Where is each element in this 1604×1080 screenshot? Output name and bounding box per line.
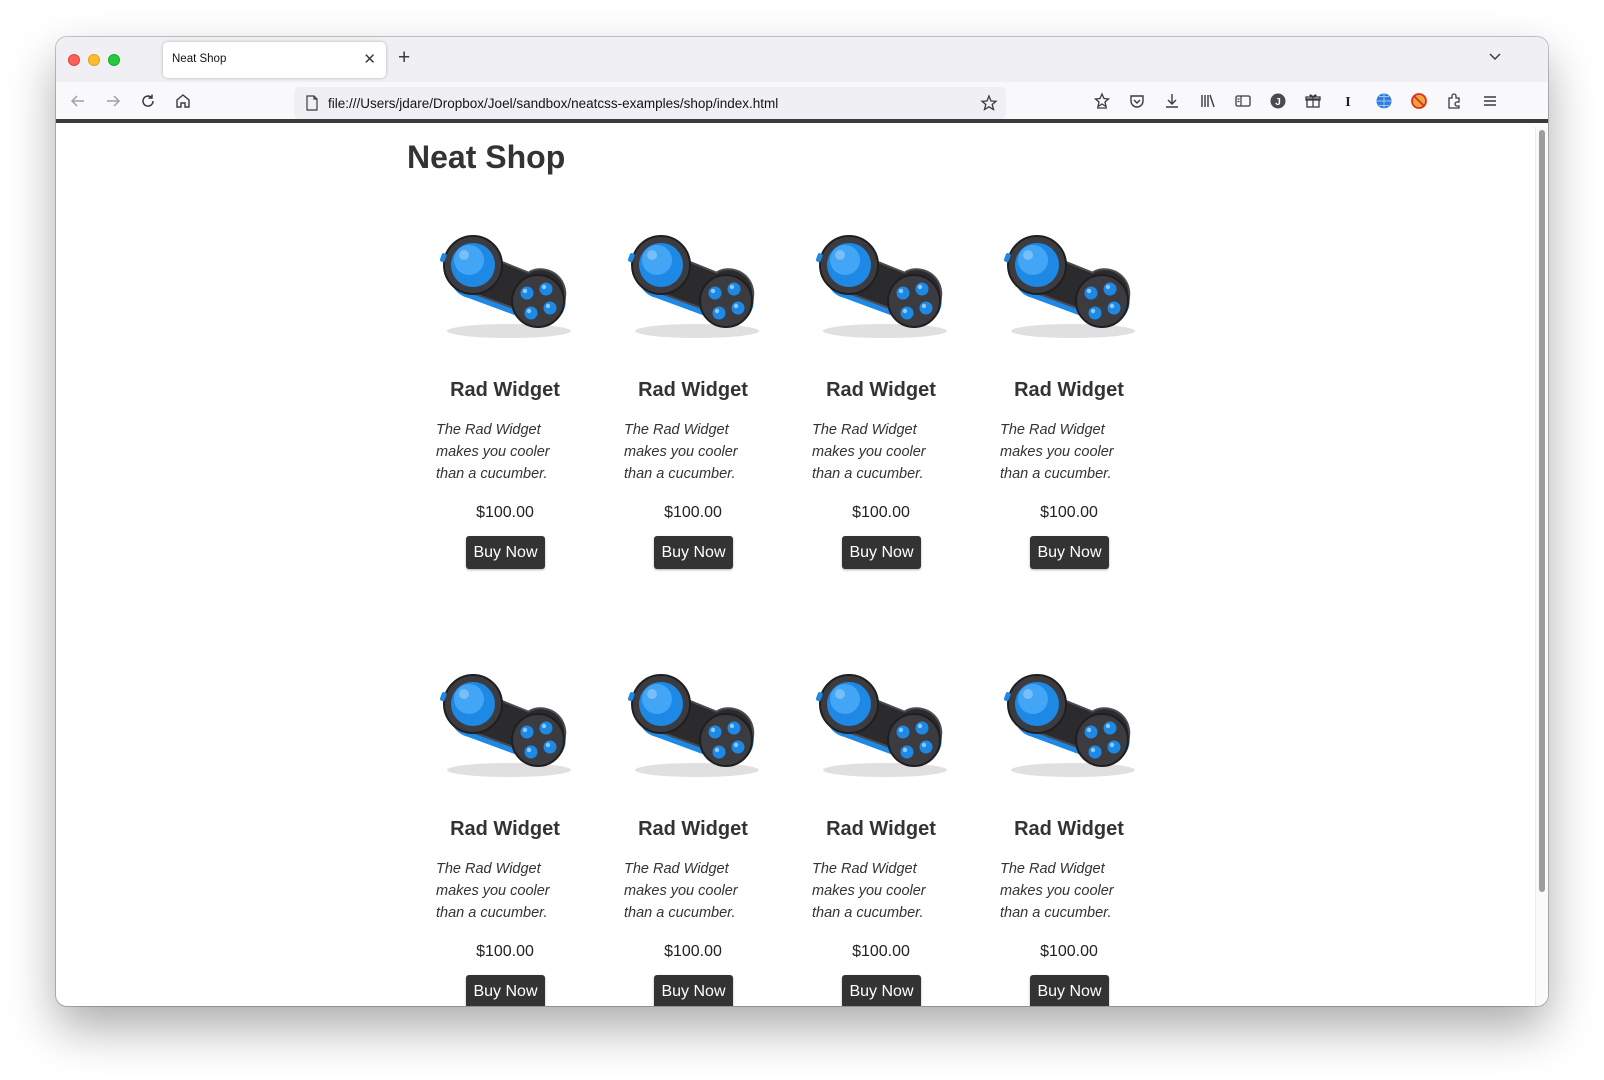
url-bar[interactable]: file:///Users/jdare/Dropbox/Joel/sandbox… (294, 87, 1006, 119)
product-description: The Rad Widget makes you cooler than a c… (812, 861, 926, 921)
fidget-pad-image (815, 235, 947, 338)
buy-now-button[interactable]: Buy Now (654, 975, 733, 1006)
product-name: Rad Widget (1014, 818, 1124, 840)
product-description: The Rad Widget makes you cooler than a c… (436, 422, 550, 482)
maximize-window-button[interactable] (108, 54, 120, 66)
tab-title: Neat Shop (172, 53, 227, 65)
url-text[interactable]: file:///Users/jdare/Dropbox/Joel/sandbox… (328, 96, 778, 111)
product-description: The Rad Widget makes you cooler than a c… (1000, 861, 1114, 921)
downloads-icon[interactable] (1162, 91, 1182, 111)
extension-i-icon[interactable]: I (1338, 91, 1358, 111)
fidget-pad-image (439, 674, 571, 777)
product-description: The Rad Widget makes you cooler than a c… (624, 422, 738, 482)
chevron-down-icon[interactable] (1488, 49, 1502, 68)
product-description: The Rad Widget makes you cooler than a c… (436, 861, 550, 921)
buy-now-button[interactable]: Buy Now (1030, 536, 1109, 569)
product-name: Rad Widget (450, 379, 560, 401)
close-tab-icon[interactable]: ✕ (363, 50, 376, 68)
sidebar-icon[interactable] (1233, 91, 1253, 111)
buy-now-button[interactable]: Buy Now (466, 536, 545, 569)
home-icon[interactable] (173, 91, 193, 111)
product-price: $100.00 (664, 504, 722, 521)
extensions-icon[interactable] (1444, 91, 1464, 111)
buy-now-button[interactable]: Buy Now (842, 975, 921, 1006)
fidget-pad-image (1003, 674, 1135, 777)
browser-window: Neat Shop ✕ + file:///Users/jdare/Dropbo… (56, 37, 1548, 1006)
fidget-pad-image (439, 235, 571, 338)
product-price: $100.00 (1040, 504, 1098, 521)
vertical-scrollbar[interactable] (1535, 127, 1548, 1006)
fidget-pad-image (627, 674, 759, 777)
account-icon[interactable]: J (1268, 91, 1288, 111)
buy-now-button[interactable]: Buy Now (654, 536, 733, 569)
buy-now-button[interactable]: Buy Now (842, 536, 921, 569)
menu-icon[interactable] (1480, 91, 1500, 111)
product-name: Rad Widget (450, 818, 560, 840)
back-icon[interactable] (68, 91, 88, 111)
reload-icon[interactable] (138, 91, 158, 111)
product-price: $100.00 (1040, 943, 1098, 960)
forward-icon[interactable] (103, 91, 123, 111)
tab-bar: Neat Shop ✕ + (56, 37, 1548, 82)
navigation-bar: file:///Users/jdare/Dropbox/Joel/sandbox… (56, 82, 1548, 123)
product-description: The Rad Widget makes you cooler than a c… (812, 422, 926, 482)
minimize-window-button[interactable] (88, 54, 100, 66)
buy-now-button[interactable]: Buy Now (466, 975, 545, 1006)
library-icon[interactable] (1198, 91, 1218, 111)
close-window-button[interactable] (68, 54, 80, 66)
product-name: Rad Widget (638, 379, 748, 401)
product-price: $100.00 (852, 943, 910, 960)
product-description: The Rad Widget makes you cooler than a c… (624, 861, 738, 921)
product-description: The Rad Widget makes you cooler than a c… (1000, 422, 1114, 482)
product-price: $100.00 (476, 943, 534, 960)
fidget-pad-image (815, 674, 947, 777)
fidget-pad-image (627, 235, 759, 338)
product-name: Rad Widget (1014, 379, 1124, 401)
page-title: Neat Shop (407, 139, 566, 175)
product-price: $100.00 (852, 504, 910, 521)
pocket-save-icon[interactable] (1092, 91, 1112, 111)
extension-globe-icon[interactable] (1374, 91, 1394, 111)
svg-text:J: J (1275, 97, 1281, 108)
buy-now-button[interactable]: Buy Now (1030, 975, 1109, 1006)
new-tab-icon[interactable]: + (398, 46, 410, 70)
product-name: Rad Widget (638, 818, 748, 840)
scrollbar-thumb[interactable] (1539, 130, 1545, 892)
product-price: $100.00 (664, 943, 722, 960)
tab-neat-shop[interactable]: Neat Shop ✕ (163, 42, 386, 78)
gift-icon[interactable] (1303, 91, 1323, 111)
page-icon (305, 95, 319, 116)
bookmark-star-icon[interactable] (980, 94, 998, 117)
product-price: $100.00 (476, 504, 534, 521)
product-name: Rad Widget (826, 818, 936, 840)
page-content: Neat Shop Rad Widget The Rad Widget make (56, 127, 1535, 1006)
fidget-pad-image (1003, 235, 1135, 338)
svg-text:I: I (1345, 95, 1350, 110)
pocket-icon[interactable] (1127, 91, 1147, 111)
product-name: Rad Widget (826, 379, 936, 401)
extension-blocked-icon[interactable] (1409, 91, 1429, 111)
